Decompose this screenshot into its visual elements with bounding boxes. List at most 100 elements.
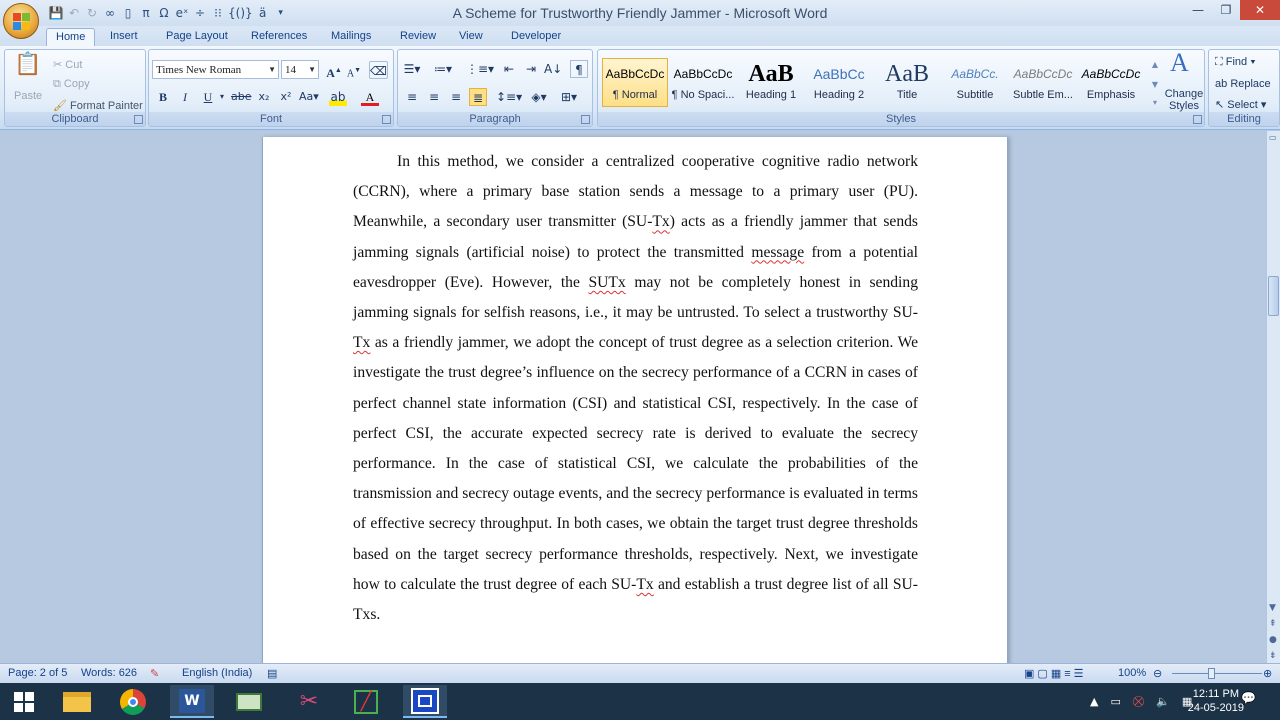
line-spacing-icon[interactable]: ↕≡▾ xyxy=(496,88,522,106)
page-count[interactable]: Page: 2 of 5 xyxy=(8,667,67,679)
multilevel-list-icon[interactable]: ⋮≡▾ xyxy=(466,60,494,78)
paste-icon[interactable]: 📋 xyxy=(13,54,43,84)
tab-insert[interactable]: Insert xyxy=(101,28,147,46)
snipping-tool-icon[interactable]: ✂ xyxy=(287,685,331,718)
notifications-icon[interactable]: 💬 xyxy=(1241,691,1256,705)
paragraph-launcher-icon[interactable] xyxy=(581,115,590,124)
borders-icon[interactable]: ⊞▾ xyxy=(560,88,578,106)
paste-button[interactable]: Paste xyxy=(14,90,42,102)
format-painter-button[interactable]: 🖌 Format Painter xyxy=(53,99,143,112)
grow-font-icon[interactable]: A▲ xyxy=(325,61,343,80)
proofing-icon[interactable]: ✎ xyxy=(150,667,159,680)
misspelled-word[interactable]: Tx xyxy=(353,334,370,351)
highlight-icon[interactable]: ab xyxy=(329,88,347,106)
shrink-font-icon[interactable]: A▼ xyxy=(345,61,363,79)
draft-icon[interactable]: ☰ xyxy=(1074,668,1087,680)
document-paragraph[interactable]: In this method, we consider a centralize… xyxy=(353,147,918,630)
increase-indent-icon[interactable]: ⇥ xyxy=(522,60,540,78)
strikethrough-icon[interactable]: abe xyxy=(231,88,252,106)
browse-object-icon[interactable]: ● xyxy=(1269,635,1277,645)
show-marks-icon[interactable]: ¶ xyxy=(570,60,588,78)
chrome-icon[interactable] xyxy=(111,685,155,718)
copy-button[interactable]: ⧉ Copy xyxy=(53,78,90,91)
tab-home[interactable]: Home xyxy=(46,28,96,46)
numbering-icon[interactable]: ≔▾ xyxy=(434,60,452,78)
close-button[interactable]: ✕ xyxy=(1240,0,1280,20)
cut-button[interactable]: ✂ Cut xyxy=(53,58,82,71)
file-explorer-icon[interactable] xyxy=(55,685,99,718)
tab-page-layout[interactable]: Page Layout xyxy=(157,28,237,46)
clipboard-launcher-icon[interactable] xyxy=(134,115,143,124)
replace-button[interactable]: ab Replace xyxy=(1215,78,1271,90)
style-subtitle[interactable]: AaBbCc. Subtitle xyxy=(942,58,1008,107)
media-app-icon[interactable] xyxy=(227,685,271,718)
language-indicator[interactable]: English (India) xyxy=(182,667,252,679)
sort-icon[interactable]: A↓ xyxy=(544,60,562,78)
change-styles-icon[interactable]: A xyxy=(1170,50,1189,76)
select-button[interactable]: ↖ Select ▾ xyxy=(1215,98,1266,111)
tab-developer[interactable]: Developer xyxy=(502,28,570,46)
zoom-in-icon[interactable]: ⊕ xyxy=(1263,667,1272,680)
full-screen-icon[interactable]: ▢ xyxy=(1037,668,1050,680)
word-count[interactable]: Words: 626 xyxy=(81,667,137,679)
align-left-icon[interactable]: ≡ xyxy=(403,88,421,106)
zoom-slider-thumb[interactable] xyxy=(1208,668,1215,679)
subscript-icon[interactable]: x₂ xyxy=(255,88,273,106)
network-icon[interactable]: ⛒ xyxy=(1133,695,1144,709)
italic-icon[interactable]: I xyxy=(176,88,194,106)
zoom-out-icon[interactable]: ⊖ xyxy=(1153,667,1162,680)
misspelled-word[interactable]: Tx xyxy=(636,576,653,593)
tab-view[interactable]: View xyxy=(450,28,492,46)
scrollbar-thumb[interactable] xyxy=(1268,276,1279,316)
find-button[interactable]: ⛶ Find ▾ xyxy=(1215,56,1256,69)
styles-scroll-up-icon[interactable]: ▲ xyxy=(1146,56,1164,74)
style-title[interactable]: AaB Title xyxy=(874,58,940,107)
style-emphasis[interactable]: AaBbCcDc Emphasis xyxy=(1078,58,1144,107)
screen-recorder-icon[interactable] xyxy=(403,685,447,718)
ruler-toggle-icon[interactable]: ▭ xyxy=(1269,133,1277,142)
tab-mailings[interactable]: Mailings xyxy=(322,28,380,46)
battery-icon[interactable]: ▭ xyxy=(1110,695,1120,708)
restore-button[interactable]: ❐ xyxy=(1212,0,1240,20)
document-page[interactable]: In this method, we consider a centralize… xyxy=(262,137,1008,667)
style-heading-2[interactable]: AaBbCc Heading 2 xyxy=(806,58,872,107)
zoom-level[interactable]: 100% xyxy=(1118,667,1146,679)
style-heading-1[interactable]: AaB Heading 1 xyxy=(738,58,804,107)
misspelled-word[interactable]: Tx xyxy=(652,213,669,230)
decrease-indent-icon[interactable]: ⇤ xyxy=(500,60,518,78)
chevron-down-icon[interactable]: ▾ xyxy=(213,88,231,106)
change-case-icon[interactable]: Aa▾ xyxy=(299,88,319,106)
print-layout-icon[interactable]: ▣ xyxy=(1024,668,1037,680)
word-taskbar-icon[interactable]: W xyxy=(170,685,214,718)
tab-review[interactable]: Review xyxy=(391,28,445,46)
show-hidden-icons[interactable]: ▲ xyxy=(1090,695,1098,708)
superscript-icon[interactable]: x² xyxy=(277,88,295,106)
vertical-scrollbar[interactable]: ▭ ▼ ⇞ ● ⇟ xyxy=(1266,131,1280,663)
shading-icon[interactable]: ◈▾ xyxy=(530,88,548,106)
previous-page-icon[interactable]: ⇞ xyxy=(1269,619,1277,629)
system-clock[interactable]: 12:11 PM 24-05-2019 xyxy=(1188,687,1244,715)
style-no-spacing[interactable]: AaBbCcDc ¶ No Spaci... xyxy=(670,58,736,107)
scroll-down-icon[interactable]: ▼ xyxy=(1269,603,1276,613)
misspelled-word[interactable]: SUTx xyxy=(588,274,625,291)
bold-icon[interactable]: B xyxy=(154,88,172,106)
change-styles-button[interactable]: Change Styles xyxy=(1162,88,1206,112)
align-center-icon[interactable]: ≡ xyxy=(425,88,443,106)
minimize-button[interactable]: — xyxy=(1184,0,1212,20)
font-color-icon[interactable]: A xyxy=(361,88,379,106)
font-launcher-icon[interactable] xyxy=(382,115,391,124)
view-buttons[interactable]: ▣▢▦≡☰ xyxy=(1024,667,1087,680)
tab-references[interactable]: References xyxy=(242,28,316,46)
misspelled-word[interactable]: message xyxy=(751,244,804,261)
style-subtle-emphasis[interactable]: AaBbCcDc Subtle Em... xyxy=(1010,58,1076,107)
bullets-icon[interactable]: ☰▾ xyxy=(403,60,421,78)
next-page-icon[interactable]: ⇟ xyxy=(1269,651,1277,661)
font-size-combo[interactable]: 14 ▼ xyxy=(281,60,319,79)
clear-formatting-icon[interactable]: ⌫ xyxy=(369,61,388,79)
drawing-app-icon[interactable]: ╱ xyxy=(344,685,388,718)
justify-icon[interactable]: ≣ xyxy=(469,88,487,106)
align-right-icon[interactable]: ≡ xyxy=(447,88,465,106)
zoom-slider[interactable] xyxy=(1172,673,1262,674)
macro-icon[interactable]: ▤ xyxy=(267,667,277,680)
style-normal[interactable]: AaBbCcDc ¶ Normal xyxy=(602,58,668,107)
